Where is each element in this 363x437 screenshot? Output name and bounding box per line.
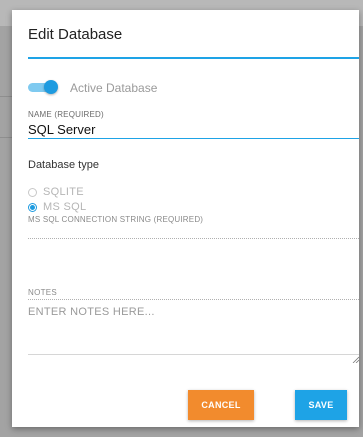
toggle-thumb [44, 80, 58, 94]
save-button[interactable]: SAVE [295, 390, 347, 420]
radio-mssql-label: MS SQL [43, 201, 87, 213]
radio-option-sqlite[interactable]: SQLITE [28, 185, 84, 199]
dialog-title: Edit Database [28, 26, 123, 43]
active-database-toggle[interactable] [28, 80, 58, 94]
title-underline [28, 57, 359, 59]
notes-textarea[interactable] [28, 306, 359, 355]
name-input[interactable] [28, 120, 359, 139]
edit-database-dialog: Edit Database Active Database NAME (REQU… [12, 10, 359, 427]
connection-string-input[interactable] [28, 226, 359, 239]
name-field-caption: NAME (REQUIRED) [28, 110, 104, 119]
resize-grip-icon[interactable] [352, 356, 359, 363]
radio-option-mssql[interactable]: MS SQL [28, 200, 86, 214]
active-database-label: Active Database [70, 81, 158, 95]
database-type-label: Database type [28, 159, 99, 171]
radio-sqlite[interactable] [28, 187, 37, 197]
connection-string-caption: MS SQL CONNECTION STRING (REQUIRED) [28, 215, 204, 224]
notes-divider [28, 299, 359, 300]
notes-caption: NOTES [28, 288, 58, 297]
radio-sqlite-label: SQLITE [43, 186, 84, 198]
cancel-button[interactable]: CANCEL [188, 390, 254, 420]
radio-mssql[interactable] [28, 202, 37, 212]
